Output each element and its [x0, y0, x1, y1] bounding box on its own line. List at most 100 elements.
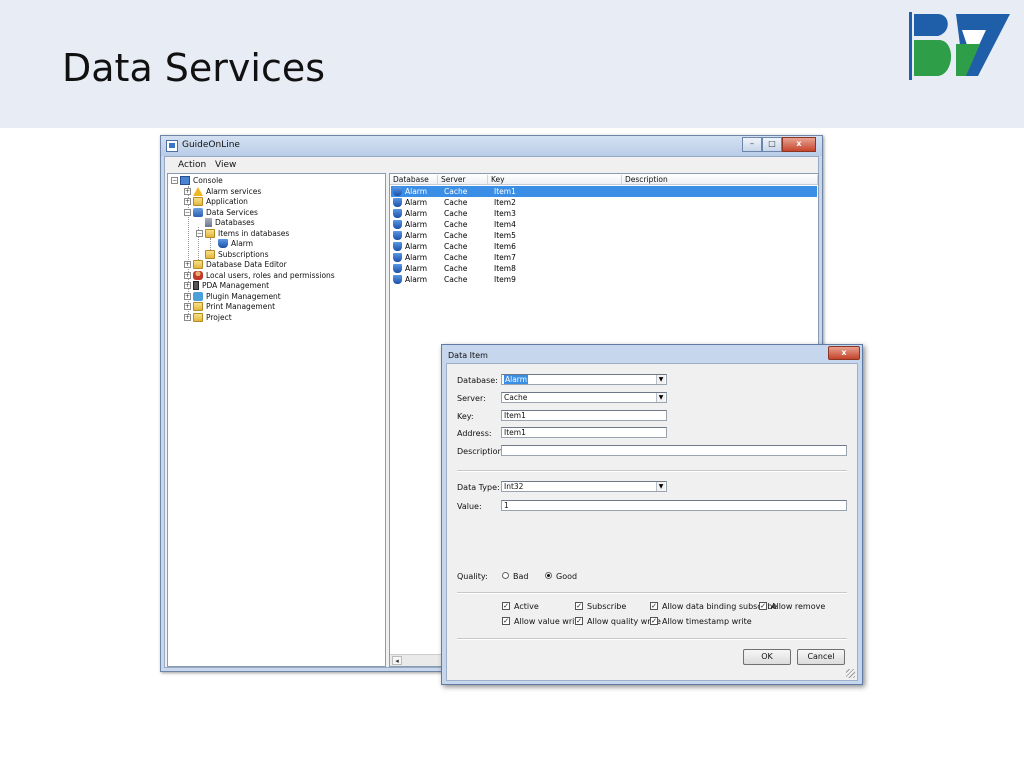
- tree-item-label: Data Services: [206, 207, 258, 217]
- allow-quality-write-checkbox[interactable]: ✓: [575, 617, 583, 625]
- menu-bar: Action View: [165, 157, 818, 172]
- allow-timestamp-write-checkbox[interactable]: ✓: [650, 617, 658, 625]
- address-label: Address:: [457, 429, 492, 438]
- alarm-icon: [393, 242, 402, 251]
- active-checkbox[interactable]: ✓: [502, 602, 510, 610]
- tree-item-data-services[interactable]: − Data Services: [184, 207, 258, 217]
- database-select[interactable]: Alarm ▼: [501, 374, 667, 385]
- column-header-database[interactable]: Database: [390, 175, 438, 185]
- expand-icon[interactable]: +: [184, 187, 191, 195]
- collapse-icon[interactable]: −: [171, 176, 178, 184]
- collapse-icon[interactable]: −: [196, 229, 203, 237]
- expand-icon[interactable]: +: [184, 292, 191, 300]
- close-button[interactable]: x: [782, 137, 816, 152]
- cell-database: Alarm: [405, 264, 428, 273]
- scroll-left-icon[interactable]: ◂: [392, 656, 402, 665]
- alarm-icon: [218, 238, 228, 248]
- alarm-icon: [393, 231, 402, 240]
- tree-item-console[interactable]: − Console: [171, 175, 223, 185]
- table-row[interactable]: Alarm Cache Item9: [391, 274, 817, 285]
- description-input[interactable]: [501, 445, 847, 456]
- table-row[interactable]: Alarm Cache Item7: [391, 252, 817, 263]
- datatype-select[interactable]: Int32 ▼: [501, 481, 667, 492]
- expand-icon[interactable]: +: [184, 271, 191, 279]
- value-input[interactable]: 1: [501, 500, 847, 511]
- cell-server: Cache: [444, 187, 468, 196]
- expand-icon[interactable]: +: [184, 260, 191, 268]
- table-row[interactable]: Alarm Cache Item4: [391, 219, 817, 230]
- chevron-down-icon[interactable]: ▼: [656, 482, 665, 491]
- key-input[interactable]: Item1: [501, 410, 667, 421]
- cell-key: Item1: [494, 187, 516, 196]
- tree-item-print-management[interactable]: + Print Management: [184, 301, 275, 311]
- alarm-icon: [393, 187, 402, 196]
- allow-value-write-label: Allow value write: [514, 617, 583, 626]
- quality-bad-radio[interactable]: [502, 572, 509, 579]
- cell-database: Alarm: [405, 231, 428, 240]
- datatype-value: Int32: [504, 482, 524, 491]
- expand-icon[interactable]: +: [184, 281, 191, 289]
- alarm-icon: [393, 220, 402, 229]
- table-row[interactable]: Alarm Cache Item6: [391, 241, 817, 252]
- tree-item-alarm-services[interactable]: + Alarm services: [184, 186, 261, 196]
- tree-item-application[interactable]: + Application: [184, 196, 248, 206]
- tree-item-label: PDA Management: [202, 280, 270, 290]
- column-header-description[interactable]: Description: [622, 175, 818, 185]
- tree-item-project[interactable]: + Project: [184, 312, 232, 322]
- cell-server: Cache: [444, 242, 468, 251]
- tree-item-local-users[interactable]: + Local users, roles and permissions: [184, 270, 335, 280]
- collapse-icon[interactable]: −: [184, 208, 191, 216]
- tree-item-subscriptions[interactable]: Subscriptions: [205, 249, 269, 259]
- dialog-close-button[interactable]: x: [828, 346, 860, 360]
- cell-server: Cache: [444, 231, 468, 240]
- server-select[interactable]: Cache ▼: [501, 392, 667, 403]
- expand-icon[interactable]: +: [184, 302, 191, 310]
- chevron-down-icon[interactable]: ▼: [656, 393, 665, 402]
- tree-item-alarm[interactable]: Alarm: [218, 238, 253, 248]
- allow-value-write-checkbox[interactable]: ✓: [502, 617, 510, 625]
- column-header-server[interactable]: Server: [438, 175, 488, 185]
- table-row[interactable]: Alarm Cache Item3: [391, 208, 817, 219]
- alarm-icon: [393, 209, 402, 218]
- tree-item-plugin-management[interactable]: + Plugin Management: [184, 291, 281, 301]
- allow-remove-checkbox[interactable]: ✓: [759, 602, 767, 610]
- window-titlebar[interactable]: GuideOnLine – □ x: [161, 136, 822, 156]
- table-row[interactable]: Alarm Cache Item5: [391, 230, 817, 241]
- description-label: Description:: [457, 447, 506, 456]
- tree-item-label: Items in databases: [218, 228, 290, 238]
- expand-icon[interactable]: +: [184, 313, 191, 321]
- table-row[interactable]: Alarm Cache Item1: [391, 186, 817, 197]
- cell-server: Cache: [444, 275, 468, 284]
- maximize-button[interactable]: □: [762, 137, 782, 152]
- quality-good-label: Good: [556, 572, 578, 581]
- table-row[interactable]: Alarm Cache Item2: [391, 197, 817, 208]
- cell-server: Cache: [444, 264, 468, 273]
- tree-item-label: Print Management: [206, 301, 276, 311]
- warning-icon: [193, 186, 203, 196]
- database-small-icon: [205, 217, 212, 227]
- folder-icon: [193, 301, 203, 311]
- minimize-button[interactable]: –: [742, 137, 762, 152]
- tree-item-databases[interactable]: Databases: [205, 217, 255, 227]
- separator: [457, 592, 847, 594]
- tree-item-database-data-editor[interactable]: + Database Data Editor: [184, 259, 287, 269]
- table-row[interactable]: Alarm Cache Item8: [391, 263, 817, 274]
- resize-grip-icon[interactable]: [846, 669, 855, 678]
- plugin-icon: [193, 291, 203, 301]
- menu-action[interactable]: Action: [178, 160, 206, 170]
- expand-icon[interactable]: +: [184, 197, 191, 205]
- ok-button[interactable]: OK: [743, 649, 791, 665]
- cell-database: Alarm: [405, 275, 428, 284]
- column-header-key[interactable]: Key: [488, 175, 622, 185]
- tree-item-items-in-databases[interactable]: − Items in databases: [196, 228, 289, 238]
- chevron-down-icon[interactable]: ▼: [656, 375, 665, 384]
- subscribe-checkbox[interactable]: ✓: [575, 602, 583, 610]
- tree-item-pda-management[interactable]: + PDA Management: [184, 280, 269, 290]
- address-input[interactable]: Item1: [501, 427, 667, 438]
- cell-server: Cache: [444, 253, 468, 262]
- cancel-button[interactable]: Cancel: [797, 649, 845, 665]
- navigation-tree[interactable]: − Console + Alarm services + Application…: [167, 173, 386, 667]
- allow-binding-checkbox[interactable]: ✓: [650, 602, 658, 610]
- menu-view[interactable]: View: [215, 160, 236, 170]
- quality-good-radio[interactable]: [545, 572, 552, 579]
